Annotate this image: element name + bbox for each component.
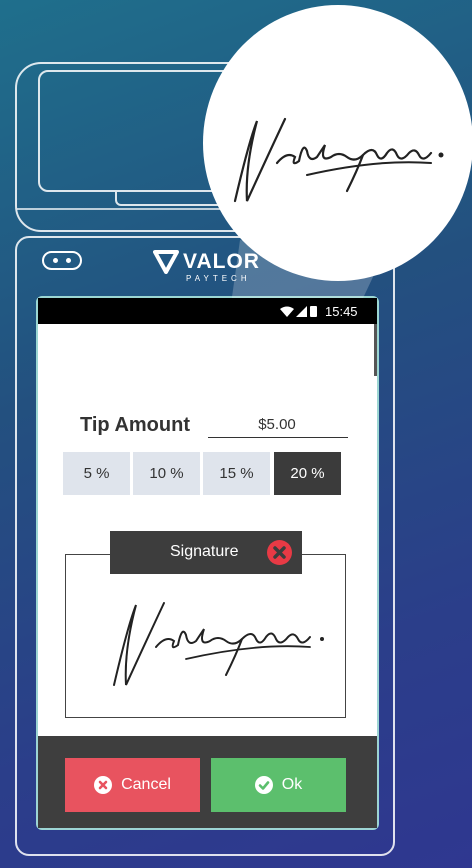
tip-input-underline — [208, 437, 348, 438]
action-footer: Cancel Ok — [38, 736, 377, 828]
tip-amount-input[interactable]: $5.00 — [208, 416, 346, 433]
status-bar: 15:45 — [38, 298, 377, 324]
cancel-label: Cancel — [121, 776, 171, 793]
signature-title: Signature — [170, 543, 239, 560]
close-icon — [273, 546, 286, 559]
tip-20-button[interactable]: 20 % — [274, 452, 341, 495]
ok-button[interactable]: Ok — [211, 758, 346, 812]
scroll-indicator — [374, 324, 377, 376]
signal-icon — [296, 306, 307, 317]
signature-pad[interactable] — [65, 554, 346, 718]
card-reader-icon — [42, 251, 82, 270]
signature-header: Signature — [110, 531, 302, 574]
signature-zoom-bubble — [203, 5, 472, 281]
valor-shield-icon — [153, 250, 179, 274]
check-icon — [254, 776, 273, 794]
wifi-icon — [280, 306, 294, 317]
ok-label: Ok — [281, 776, 303, 793]
status-time: 15:45 — [325, 304, 358, 319]
cancel-x-icon — [94, 776, 113, 794]
tip-5-button[interactable]: 5 % — [63, 452, 130, 495]
signature-drawing — [113, 602, 324, 686]
cancel-button[interactable]: Cancel — [65, 758, 200, 812]
signature-zoom-drawing — [233, 117, 444, 203]
close-signature-button[interactable] — [267, 540, 292, 565]
device-screen: 15:45 Tip Amount $5.00 5 % 10 % 15 % 20 … — [38, 298, 377, 828]
tip-amount-label: Tip Amount — [80, 414, 190, 436]
battery-icon — [310, 306, 317, 317]
tip-10-button[interactable]: 10 % — [133, 452, 200, 495]
tip-15-button[interactable]: 15 % — [203, 452, 270, 495]
